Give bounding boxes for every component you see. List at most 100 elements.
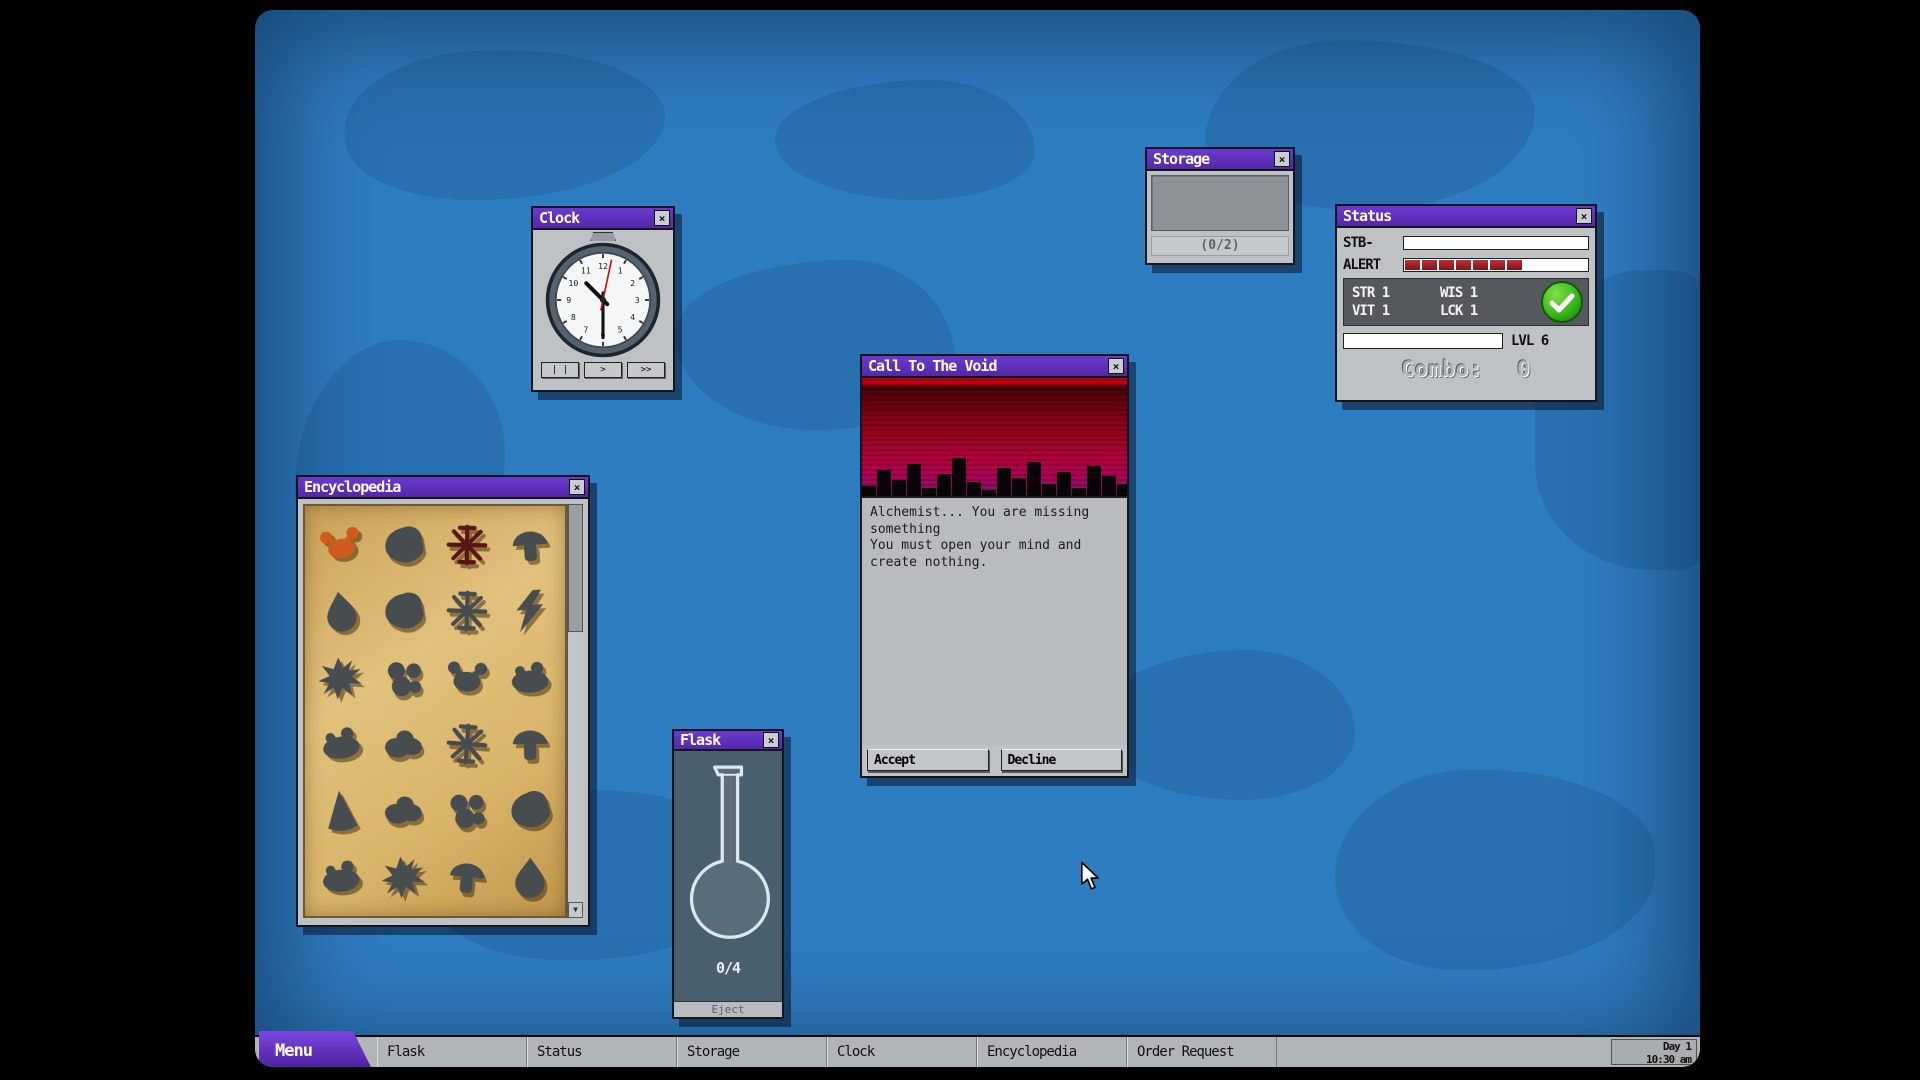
void-message-line: Alchemist... You are missing — [870, 505, 1119, 522]
taskbar-item-status[interactable]: Status — [527, 1037, 677, 1067]
level-label: LVL 6 — [1511, 333, 1548, 349]
encyclopedia-scrollbar[interactable]: ▼ — [567, 504, 583, 918]
flask-icon — [680, 757, 776, 953]
status-window: Status × STB- ALERT STR 1 WIS 1 VIT 1 LC… — [1335, 204, 1597, 402]
play-button[interactable]: > — [584, 362, 622, 378]
decline-button[interactable]: Decline — [1001, 749, 1123, 771]
alert-segment — [1524, 260, 1539, 270]
level-bar — [1343, 333, 1503, 349]
svg-text:9: 9 — [566, 295, 571, 305]
status-title: Status — [1343, 207, 1572, 225]
void-artwork — [862, 378, 1127, 498]
alert-segment — [1405, 260, 1420, 270]
mouse-cursor — [1080, 861, 1100, 891]
encyclopedia-titlebar[interactable]: Encyclopedia × — [298, 477, 588, 499]
clock-body: 123456789101112 | | > >> — [533, 230, 673, 382]
creature-icon[interactable] — [498, 844, 561, 910]
taskbar-item-flask[interactable]: Flask — [377, 1037, 527, 1067]
call-to-the-void-window: Call To The Void × Alchemist... You are … — [860, 354, 1129, 778]
creature-icon[interactable] — [435, 578, 498, 644]
svg-text:11: 11 — [581, 265, 591, 275]
creature-icon[interactable] — [372, 777, 435, 843]
creature-icon[interactable] — [309, 777, 372, 843]
creature-icon[interactable] — [435, 711, 498, 777]
creature-icon[interactable] — [435, 512, 498, 578]
creature-icon[interactable] — [309, 578, 372, 644]
clock-window: Clock × 123456789101112 | | > >> — [531, 206, 675, 392]
encyclopedia-window: Encyclopedia × ▼ — [296, 475, 590, 927]
creature-icon[interactable] — [372, 578, 435, 644]
pause-button[interactable]: | | — [541, 362, 579, 378]
creature-icon[interactable] — [372, 645, 435, 711]
eject-button[interactable]: Eject — [698, 1002, 758, 1017]
taskbar-items: FlaskStatusStorageClockEncyclopediaOrder… — [377, 1037, 1277, 1067]
time-label: 10:30 am — [1617, 1054, 1691, 1067]
scrollbar-thumb[interactable] — [568, 504, 583, 632]
flask-body: 0/4 — [674, 751, 782, 1001]
void-message-line: You must open your mind and — [870, 538, 1119, 555]
close-icon[interactable]: × — [1108, 358, 1124, 374]
svg-text:10: 10 — [568, 278, 578, 288]
void-titlebar[interactable]: Call To The Void × — [862, 356, 1127, 378]
storage-titlebar[interactable]: Storage × — [1147, 149, 1293, 171]
close-icon[interactable]: × — [1576, 208, 1592, 224]
close-icon[interactable]: × — [654, 210, 670, 226]
taskbar: Menu FlaskStatusStorageClockEncyclopedia… — [255, 1035, 1700, 1067]
svg-text:3: 3 — [635, 295, 640, 305]
svg-text:8: 8 — [571, 312, 576, 322]
creature-icon[interactable] — [435, 777, 498, 843]
creature-icon[interactable] — [498, 578, 561, 644]
alert-segment — [1490, 260, 1505, 270]
taskbar-item-clock[interactable]: Clock — [827, 1037, 977, 1067]
creature-icon[interactable] — [309, 645, 372, 711]
status-titlebar[interactable]: Status × — [1337, 206, 1595, 228]
stat-vit: VIT 1 — [1352, 303, 1440, 319]
svg-text:1: 1 — [618, 265, 623, 275]
scroll-down-icon[interactable]: ▼ — [568, 902, 583, 918]
creature-icon[interactable] — [435, 645, 498, 711]
creature-icon[interactable] — [309, 844, 372, 910]
creature-icon[interactable] — [372, 512, 435, 578]
void-message-line: something — [870, 522, 1119, 539]
stats-panel: STR 1 WIS 1 VIT 1 LCK 1 — [1343, 278, 1589, 326]
taskbar-item-encyclopedia[interactable]: Encyclopedia — [977, 1037, 1127, 1067]
creature-icon[interactable] — [309, 711, 372, 777]
storage-window: Storage × (0/2) — [1145, 147, 1295, 265]
storage-slot-area[interactable] — [1151, 175, 1289, 231]
creature-icon[interactable] — [498, 645, 561, 711]
stb-bar — [1403, 236, 1589, 250]
creature-icon[interactable] — [372, 844, 435, 910]
svg-text:7: 7 — [583, 325, 588, 335]
clock-titlebar[interactable]: Clock × — [533, 208, 673, 230]
taskbar-item-storage[interactable]: Storage — [677, 1037, 827, 1067]
desktop-texture-blob — [345, 50, 665, 200]
creature-icon[interactable] — [498, 777, 561, 843]
flask-titlebar[interactable]: Flask × — [674, 731, 782, 751]
close-icon[interactable]: × — [1274, 151, 1290, 167]
clock-title: Clock — [539, 209, 650, 227]
alert-segment — [1541, 260, 1556, 270]
creature-icon[interactable] — [435, 844, 498, 910]
day-time-display: Day 1 10:30 am — [1611, 1039, 1697, 1065]
alert-segment — [1422, 260, 1437, 270]
menu-button[interactable]: Menu — [259, 1031, 371, 1067]
accept-button[interactable]: Accept — [867, 749, 989, 771]
creature-icon[interactable] — [372, 711, 435, 777]
alert-segment — [1507, 260, 1522, 270]
creature-icon[interactable] — [309, 512, 372, 578]
combo-value: 0 — [1517, 357, 1531, 381]
clock-face-svg: 123456789101112 — [544, 241, 662, 359]
fast-forward-button[interactable]: >> — [627, 362, 665, 378]
creature-grid — [303, 504, 567, 918]
stat-str: STR 1 — [1352, 285, 1440, 301]
alert-segment — [1456, 260, 1471, 270]
taskbar-item-order-request[interactable]: Order Request — [1127, 1037, 1277, 1067]
creature-icon[interactable] — [498, 512, 561, 578]
close-icon[interactable]: × — [763, 732, 779, 748]
svg-text:5: 5 — [618, 325, 623, 335]
desktop-texture-blob — [775, 80, 1035, 200]
storage-title: Storage — [1153, 150, 1270, 168]
storage-capacity-label: (0/2) — [1151, 236, 1289, 256]
close-icon[interactable]: × — [569, 479, 585, 495]
creature-icon[interactable] — [498, 711, 561, 777]
